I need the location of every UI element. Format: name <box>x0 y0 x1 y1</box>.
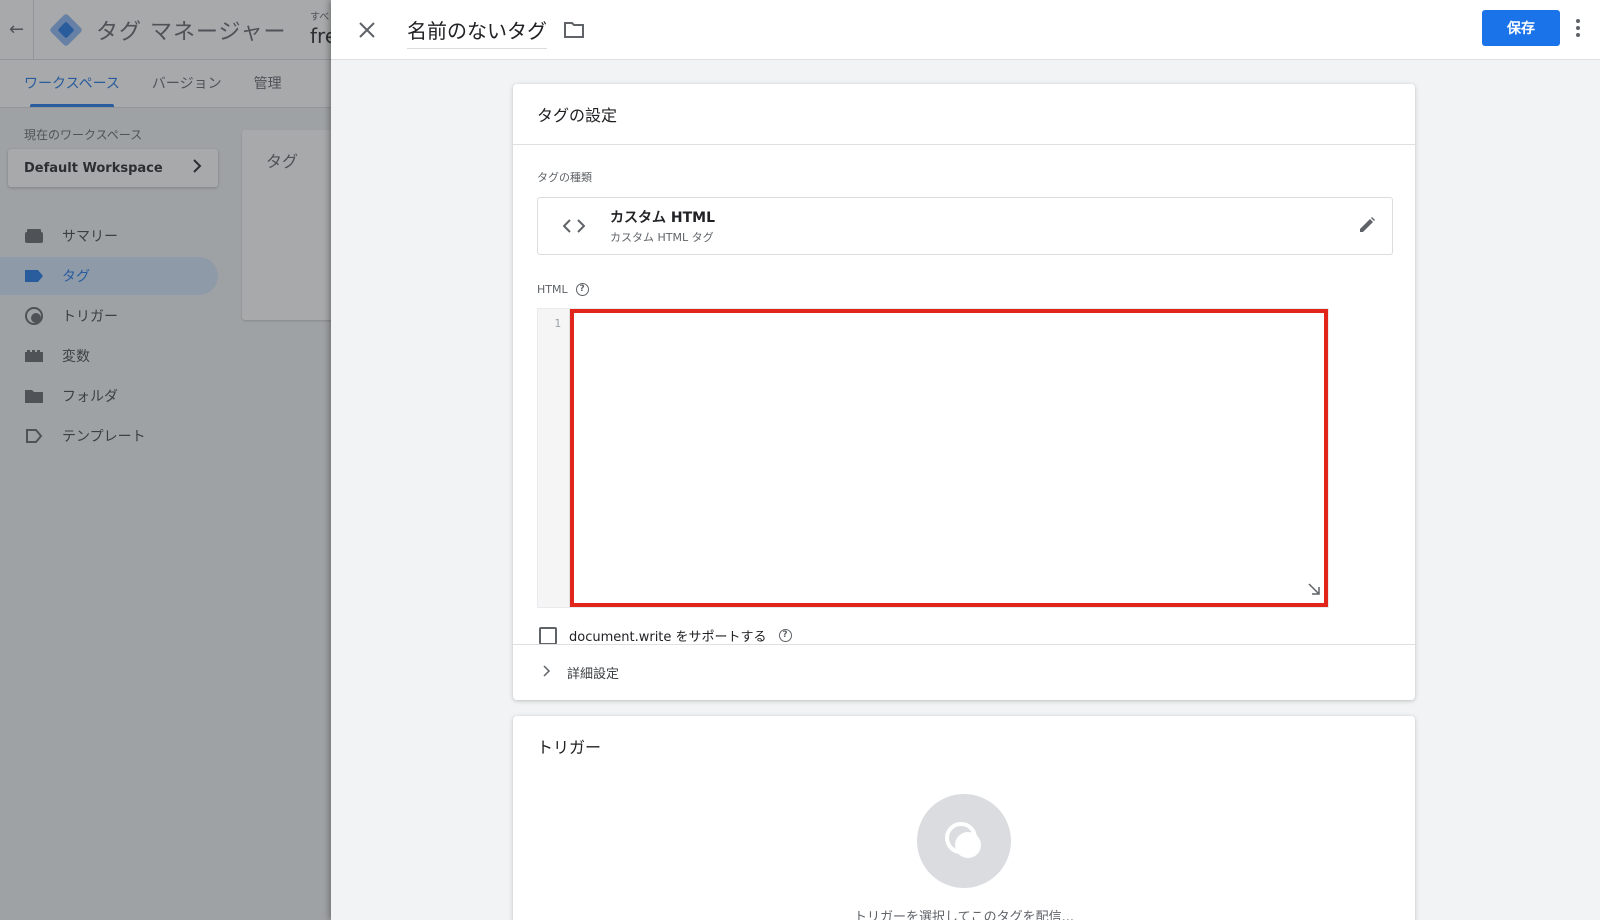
tag-type-title: カスタム HTML <box>610 210 715 226</box>
advanced-settings-toggle[interactable]: 詳細設定 <box>513 644 1415 700</box>
triggering-title: トリガー <box>537 738 602 757</box>
trigger-hint: トリガーを選択してこのタグを配信... <box>853 910 1074 920</box>
close-icon <box>359 21 375 38</box>
html-code-editor: 1 <box>537 308 1329 608</box>
document-write-option: document.write をサポートする ? <box>539 626 1415 645</box>
panel-header: 名前のないタグ 保存 <box>331 0 1600 60</box>
chevron-right-icon <box>543 664 551 681</box>
line-number-gutter: 1 <box>538 309 570 607</box>
tag-name-input[interactable]: 名前のないタグ <box>407 11 547 49</box>
close-button[interactable] <box>347 10 387 50</box>
tag-editor-panel: 名前のないタグ 保存 タグの設定 タグの種類 カスタム HTML カスタム HT… <box>331 0 1600 920</box>
tag-type-selector[interactable]: カスタム HTML カスタム HTML タグ <box>537 197 1393 255</box>
tag-type-label: タグの種類 <box>537 171 592 184</box>
tag-type-subtitle: カスタム HTML タグ <box>610 231 714 244</box>
code-icon <box>538 219 610 233</box>
advanced-settings-label: 詳細設定 <box>567 667 620 682</box>
triggering-card: トリガー トリガーを選択してこのタグを配信... <box>513 716 1415 920</box>
help-icon[interactable]: ? <box>778 629 792 642</box>
tag-configuration-title: タグの設定 <box>513 84 1415 145</box>
pencil-icon[interactable] <box>1358 216 1376 238</box>
html-code-input[interactable] <box>570 309 1328 607</box>
tag-configuration-card: タグの設定 タグの種類 カスタム HTML カスタム HTML タグ HTML … <box>513 84 1415 700</box>
modal-overlay[interactable] <box>0 0 340 920</box>
folder-outline-icon <box>564 21 584 38</box>
more-vert-icon[interactable] <box>1566 14 1590 42</box>
document-write-label: document.write をサポートする <box>569 630 767 645</box>
save-button[interactable]: 保存 <box>1482 10 1560 46</box>
document-write-checkbox[interactable] <box>539 626 557 645</box>
html-label-text: HTML <box>537 283 568 296</box>
help-icon[interactable]: ? <box>575 283 589 296</box>
html-field-label: HTML ? <box>537 283 1415 296</box>
folder-button[interactable] <box>559 15 589 45</box>
resize-handle-icon[interactable] <box>1308 580 1320 599</box>
trigger-placeholder-button[interactable] <box>917 794 1011 888</box>
trigger-icon <box>945 822 981 858</box>
